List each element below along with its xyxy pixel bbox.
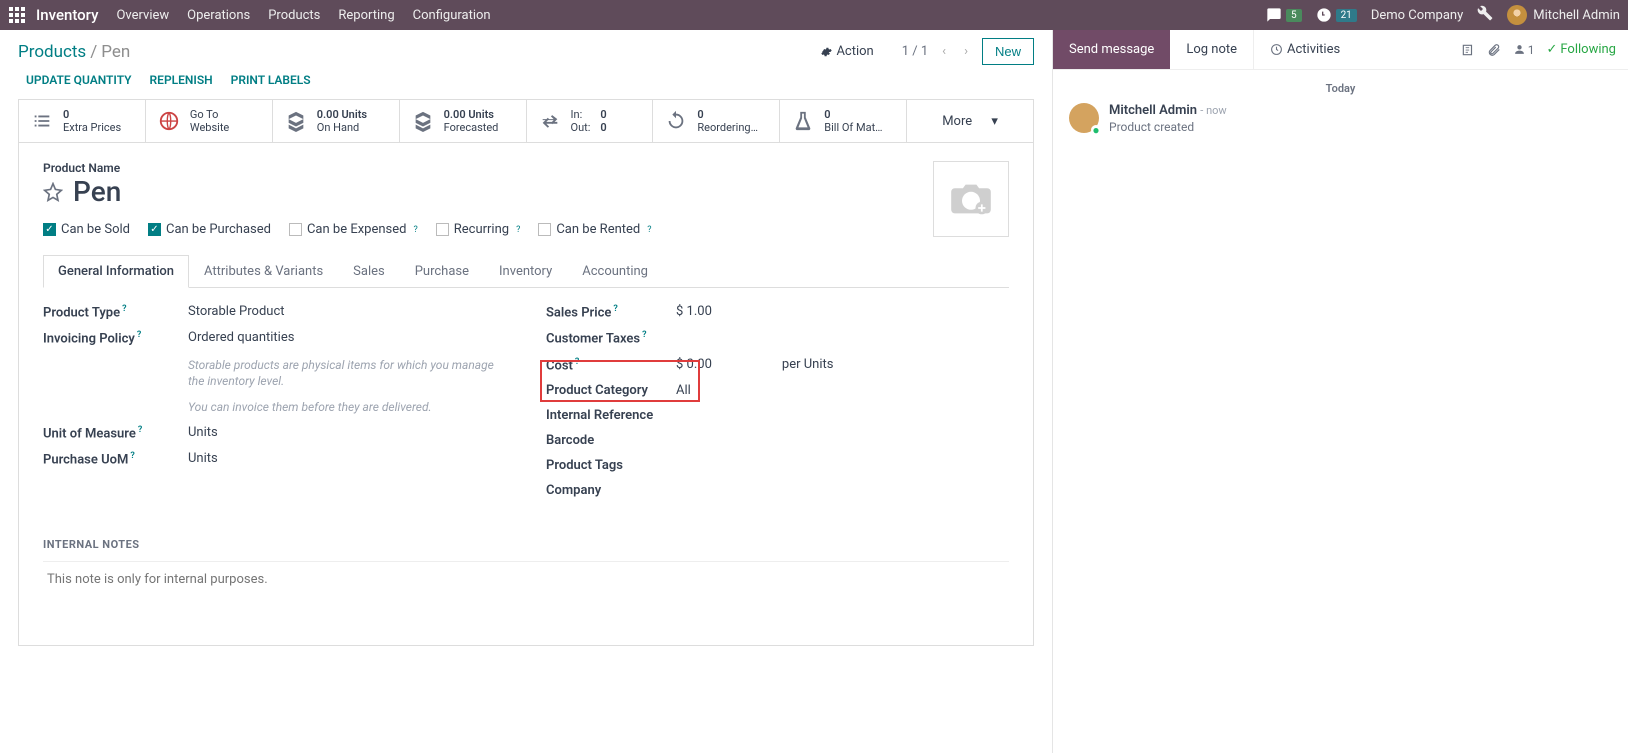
stat-extra-prices[interactable]: 0Extra Prices xyxy=(19,100,146,142)
check-can-be-sold[interactable]: Can be Sold xyxy=(43,222,130,237)
message-date-separator: Today xyxy=(1069,82,1612,95)
company-selector[interactable]: Demo Company xyxy=(1371,8,1463,23)
app-name[interactable]: Inventory xyxy=(36,6,98,24)
messages-badge: 5 xyxy=(1286,9,1302,22)
check-can-be-rented[interactable]: Can be Rented? xyxy=(538,222,651,237)
tab-attributes-variants[interactable]: Attributes & Variants xyxy=(189,255,338,288)
send-message-button[interactable]: Send message xyxy=(1053,30,1170,69)
log-note-button[interactable]: Log note xyxy=(1170,30,1253,69)
stat-bom[interactable]: 0Bill Of Mat… xyxy=(780,100,907,142)
print-labels-button[interactable]: PRINT LABELS xyxy=(231,73,311,87)
replenish-button[interactable]: REPLENISH xyxy=(150,73,213,87)
help-icon[interactable]: ? xyxy=(130,451,134,461)
stat-forecast[interactable]: 0.00 UnitsForecasted xyxy=(400,100,527,142)
cost-value[interactable]: $ 0.00per Units xyxy=(676,357,1009,373)
boxes-icon xyxy=(410,108,436,134)
nav-reporting[interactable]: Reporting xyxy=(338,8,394,23)
paperclip-icon[interactable] xyxy=(1487,43,1501,57)
tools-icon[interactable] xyxy=(1477,5,1493,25)
uom-value[interactable]: Units xyxy=(188,425,506,441)
pager-text: 1 / 1 xyxy=(902,44,928,59)
user-menu[interactable]: Mitchell Admin xyxy=(1507,5,1620,25)
check-can-be-purchased[interactable]: Can be Purchased xyxy=(148,222,271,237)
avatar-icon xyxy=(1507,5,1527,25)
update-quantity-button[interactable]: UPDATE QUANTITY xyxy=(26,73,132,87)
nav-products[interactable]: Products xyxy=(268,8,320,23)
following-button[interactable]: ✓ Following xyxy=(1546,42,1616,57)
breadcrumb-parent[interactable]: Products xyxy=(18,42,86,62)
help-icon[interactable]: ? xyxy=(138,425,142,435)
product-image-upload[interactable] xyxy=(933,161,1009,237)
tab-general-information[interactable]: General Information xyxy=(43,255,189,288)
purchase-uom-value[interactable]: Units xyxy=(188,451,506,467)
message-author[interactable]: Mitchell Admin xyxy=(1109,103,1197,118)
transfer-icon xyxy=(537,108,563,134)
pager: 1 / 1 ‹ › xyxy=(902,42,972,61)
help-icon[interactable]: ? xyxy=(642,330,646,340)
boxes-icon xyxy=(283,108,309,134)
breadcrumb: Products/Pen xyxy=(18,42,130,62)
help-icon[interactable]: ? xyxy=(613,304,617,314)
tab-accounting[interactable]: Accounting xyxy=(567,255,663,288)
messages-button[interactable]: 5 xyxy=(1266,7,1302,23)
check-recurring[interactable]: Recurring? xyxy=(436,222,521,237)
stat-inout[interactable]: In:Out:00 xyxy=(527,100,654,142)
action-menu[interactable]: Action xyxy=(820,44,873,59)
pager-prev[interactable]: ‹ xyxy=(938,42,950,61)
customer-taxes-value[interactable] xyxy=(676,330,1009,346)
nav-overview[interactable]: Overview xyxy=(116,8,169,23)
help-icon[interactable]: ? xyxy=(122,304,126,314)
invoicing-policy-value[interactable]: Ordered quantities xyxy=(188,330,506,346)
check-can-be-expensed[interactable]: Can be Expensed? xyxy=(289,222,418,237)
help-icon[interactable]: ? xyxy=(413,225,417,235)
sales-price-value[interactable]: $ 1.00 xyxy=(676,304,1009,320)
user-name: Mitchell Admin xyxy=(1533,8,1620,23)
help-icon[interactable]: ? xyxy=(647,225,651,235)
tab-purchase[interactable]: Purchase xyxy=(400,255,484,288)
internal-notes-heading: INTERNAL NOTES xyxy=(43,538,1009,551)
new-button[interactable]: New xyxy=(982,38,1034,65)
storable-hint: Storable products are physical items for… xyxy=(188,357,506,389)
product-type-value[interactable]: Storable Product xyxy=(188,304,506,320)
flask-icon xyxy=(790,108,816,134)
stat-reordering[interactable]: 0Reordering… xyxy=(653,100,780,142)
company-value[interactable] xyxy=(676,483,1009,498)
chevron-down-icon: ▾ xyxy=(991,114,998,129)
product-name-label: Product Name xyxy=(43,161,921,175)
barcode-value[interactable] xyxy=(676,433,1009,448)
product-category-value[interactable]: All xyxy=(676,383,1009,398)
breadcrumb-current: Pen xyxy=(101,42,130,62)
stat-onhand[interactable]: 0.00 UnitsOn Hand xyxy=(273,100,400,142)
activities-badge: 21 xyxy=(1336,9,1357,22)
favorite-star-icon[interactable] xyxy=(43,182,63,202)
list-icon xyxy=(29,108,55,134)
help-icon[interactable]: ? xyxy=(137,330,141,340)
refresh-icon xyxy=(663,108,689,134)
tab-inventory[interactable]: Inventory xyxy=(484,255,567,288)
pager-next[interactable]: › xyxy=(960,42,972,61)
invoice-hint: You can invoice them before they are del… xyxy=(188,399,506,415)
tab-sales[interactable]: Sales xyxy=(338,255,400,288)
help-icon[interactable]: ? xyxy=(516,225,520,235)
internal-notes-input[interactable] xyxy=(43,561,1009,611)
nav-operations[interactable]: Operations xyxy=(187,8,250,23)
message-item: Mitchell Admin - now Product created xyxy=(1069,103,1612,134)
top-nav: Inventory Overview Operations Products R… xyxy=(0,0,1628,30)
help-icon[interactable]: ? xyxy=(575,357,579,367)
activities-button-panel[interactable]: Activities xyxy=(1253,30,1356,69)
activities-button[interactable]: 21 xyxy=(1316,7,1357,23)
apps-icon[interactable] xyxy=(8,6,26,24)
stat-more[interactable]: More ▾ xyxy=(907,100,1033,142)
globe-icon xyxy=(156,108,182,134)
avatar-icon xyxy=(1069,103,1099,133)
internal-ref-value[interactable] xyxy=(676,408,1009,423)
nav-configuration[interactable]: Configuration xyxy=(413,8,491,23)
followers-count[interactable]: 1 xyxy=(1513,43,1535,57)
attachment-icon[interactable] xyxy=(1461,43,1475,57)
product-tags-value[interactable] xyxy=(676,458,1009,473)
message-body: Product created xyxy=(1109,120,1227,134)
product-name-value[interactable]: Pen xyxy=(73,175,121,208)
stat-website[interactable]: Go ToWebsite xyxy=(146,100,273,142)
